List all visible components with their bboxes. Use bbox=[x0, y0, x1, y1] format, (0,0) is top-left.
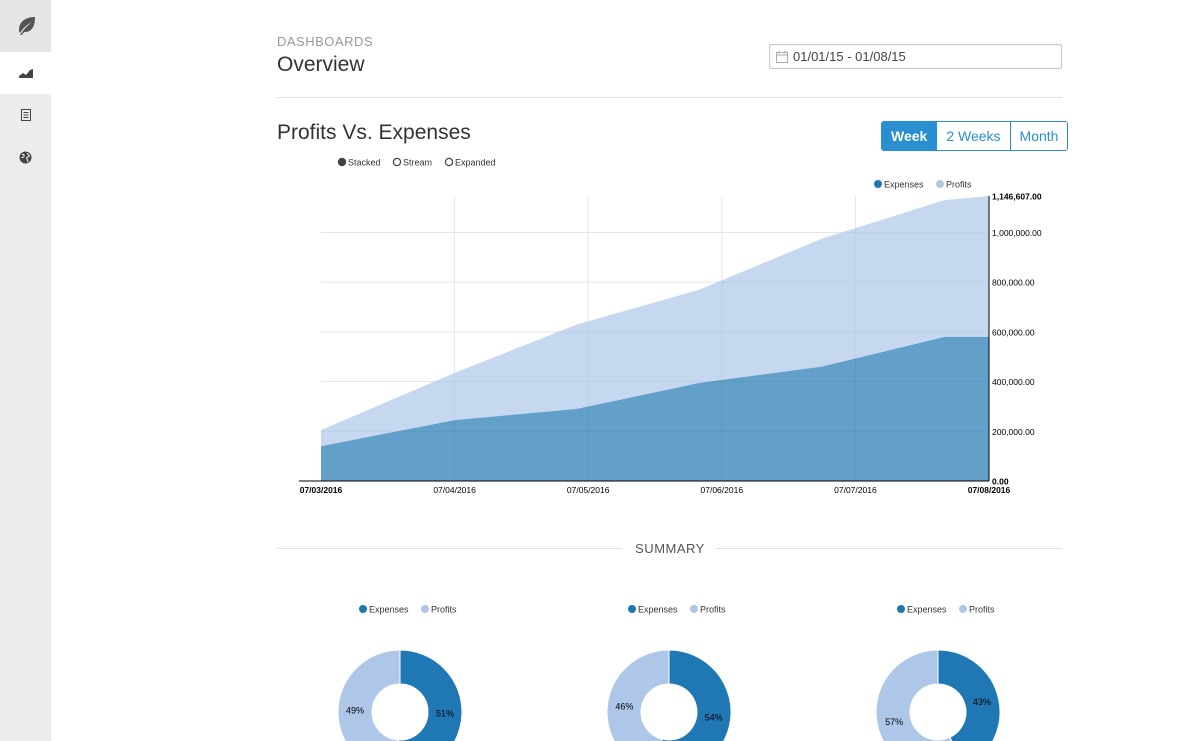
legend-label-expenses: Expenses bbox=[884, 180, 924, 190]
x-tick-label: 07/05/2016 bbox=[567, 485, 610, 495]
mode-radio-expanded[interactable] bbox=[444, 157, 454, 167]
legend-swatch-profits[interactable] bbox=[936, 180, 944, 188]
y-tick-label: 1,000,000.00 bbox=[992, 228, 1042, 238]
x-tick-label: 07/03/2016 bbox=[300, 485, 343, 495]
donut-legend-swatch-profits[interactable] bbox=[690, 605, 698, 613]
donut-legend-label-profits: Profits bbox=[431, 605, 457, 615]
donut-slice-label: 46% bbox=[615, 701, 633, 711]
donut-legend-swatch-expenses[interactable] bbox=[897, 605, 905, 613]
legend-swatch-expenses[interactable] bbox=[874, 180, 882, 188]
donut-slice-label: 43% bbox=[973, 697, 991, 707]
x-tick-label: 07/06/2016 bbox=[701, 485, 744, 495]
donut-legend-swatch-profits[interactable] bbox=[959, 605, 967, 613]
donut-legend-swatch-expenses[interactable] bbox=[628, 605, 636, 613]
y-tick-label: 400,000.00 bbox=[992, 377, 1035, 387]
donut-legend-label-profits: Profits bbox=[969, 605, 995, 615]
legend-label-profits: Profits bbox=[946, 180, 972, 190]
donut-slice-label: 57% bbox=[885, 717, 903, 727]
y-tick-label: 600,000.00 bbox=[992, 327, 1035, 337]
y-tick-label: 1,146,607.00 bbox=[992, 192, 1042, 202]
x-tick-label: 07/08/2016 bbox=[968, 485, 1011, 495]
mode-radio-stream[interactable] bbox=[392, 157, 402, 167]
mode-label-stream: Stream bbox=[403, 158, 432, 168]
donut-slice-profits[interactable] bbox=[337, 649, 401, 741]
donut-slice-profits[interactable] bbox=[606, 649, 670, 741]
mode-radio-stacked[interactable] bbox=[337, 157, 347, 167]
donut-slice-expenses[interactable] bbox=[396, 649, 463, 741]
donut-slice-label: 51% bbox=[436, 708, 454, 718]
donut-slice-label: 54% bbox=[705, 713, 723, 723]
donut-legend-label-expenses: Expenses bbox=[907, 605, 947, 615]
mode-label-stacked: Stacked bbox=[348, 158, 381, 168]
summary-heading: SUMMARY bbox=[635, 541, 705, 556]
mode-label-expanded: Expanded bbox=[455, 158, 496, 168]
x-tick-label: 07/04/2016 bbox=[433, 485, 476, 495]
donut-legend-label-profits: Profits bbox=[700, 605, 726, 615]
summary-divider-left bbox=[277, 548, 622, 549]
donut-slice-expenses[interactable] bbox=[937, 649, 1001, 741]
donut-legend-swatch-expenses[interactable] bbox=[359, 605, 367, 613]
donut-legend-label-expenses: Expenses bbox=[369, 605, 409, 615]
charts-canvas: Stacked Stream Expanded0.00200,000.00400,0… bbox=[299, 157, 1042, 741]
x-tick-label: 07/07/2016 bbox=[834, 485, 877, 495]
y-tick-label: 800,000.00 bbox=[992, 278, 1035, 288]
summary-divider-right bbox=[716, 548, 1062, 549]
donut-slice-label: 49% bbox=[346, 706, 364, 716]
donut-legend-swatch-profits[interactable] bbox=[421, 605, 429, 613]
y-tick-label: 200,000.00 bbox=[992, 427, 1035, 437]
donut-legend-label-expenses: Expenses bbox=[638, 605, 678, 615]
